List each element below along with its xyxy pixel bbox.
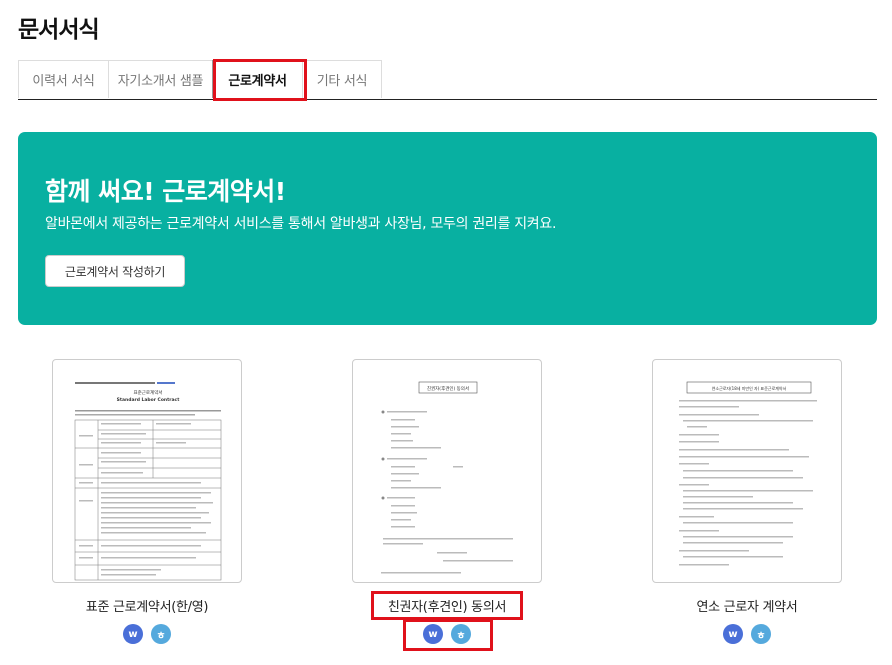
page-title: 문서서식 (18, 17, 100, 43)
svg-text:친권자(후견인) 동의서: 친권자(후견인) 동의서 (427, 385, 469, 392)
download-icons: w ㅎ (52, 624, 242, 644)
svg-text:표준근로계약서: 표준근로계약서 (134, 389, 163, 396)
document-card-guardian-consent: 친권자(후견인) 동의서 친권자(후견인) 동의서 w ㅎ (352, 359, 542, 644)
banner-description: 알바몬에서 제공하는 근로계약서 서비스를 통해서 알바생과 사장님, 모두의 … (45, 216, 557, 232)
word-doc-icon[interactable]: w (123, 624, 143, 644)
hwp-doc-icon[interactable]: ㅎ (451, 624, 471, 644)
document-preview-image: 표준근로계약서 Standard Labor Contract (74, 382, 222, 581)
document-thumbnail[interactable]: 표준근로계약서 Standard Labor Contract (52, 359, 242, 583)
download-icons: w ㅎ (652, 624, 842, 644)
word-doc-icon[interactable]: w (423, 624, 443, 644)
document-thumbnail[interactable]: 친권자(후견인) 동의서 (352, 359, 542, 583)
download-icons: w ㅎ (352, 624, 542, 644)
hwp-doc-icon[interactable]: ㅎ (751, 624, 771, 644)
tab-labor-contract[interactable]: 근로계약서 (212, 60, 303, 98)
document-thumbnail[interactable]: 연소근로자(18세 미만인 자) 표준근로계약서 (652, 359, 842, 583)
svg-text:연소근로자(18세 미만인 자) 표준근로계약서: 연소근로자(18세 미만인 자) 표준근로계약서 (712, 385, 787, 391)
tab-cover-letter-samples[interactable]: 자기소개서 샘플 (108, 60, 213, 98)
banner-title: 함께 써요! 근로계약서! (45, 177, 286, 206)
labor-contract-banner: 함께 써요! 근로계약서! 알바몬에서 제공하는 근로계약서 서비스를 통해서 … (18, 132, 877, 325)
hwp-doc-icon[interactable]: ㅎ (151, 624, 171, 644)
document-card-standard-contract: 표준근로계약서 Standard Labor Contract 표준 근로계약서… (52, 359, 242, 644)
document-title[interactable]: 연소 근로자 계약서 (632, 596, 862, 615)
svg-text:Standard Labor Contract: Standard Labor Contract (117, 397, 181, 403)
tab-resume-forms[interactable]: 이력서 서식 (18, 60, 109, 98)
document-title[interactable]: 친권자(후견인) 동의서 (332, 596, 562, 615)
tab-bar: 이력서 서식 자기소개서 샘플 근로계약서 기타 서식 (18, 60, 877, 100)
document-preview-image: 친권자(후견인) 동의서 (381, 381, 513, 574)
tab-other-forms[interactable]: 기타 서식 (302, 60, 382, 98)
word-doc-icon[interactable]: w (723, 624, 743, 644)
document-title[interactable]: 표준 근로계약서(한/영) (32, 596, 262, 615)
write-labor-contract-button[interactable]: 근로계약서 작성하기 (45, 255, 185, 287)
document-card-minor-worker-contract: 연소근로자(18세 미만인 자) 표준근로계약서 연소 근로자 계약서 w ㅎ (652, 359, 842, 644)
document-preview-image: 연소근로자(18세 미만인 자) 표준근로계약서 (679, 381, 817, 566)
